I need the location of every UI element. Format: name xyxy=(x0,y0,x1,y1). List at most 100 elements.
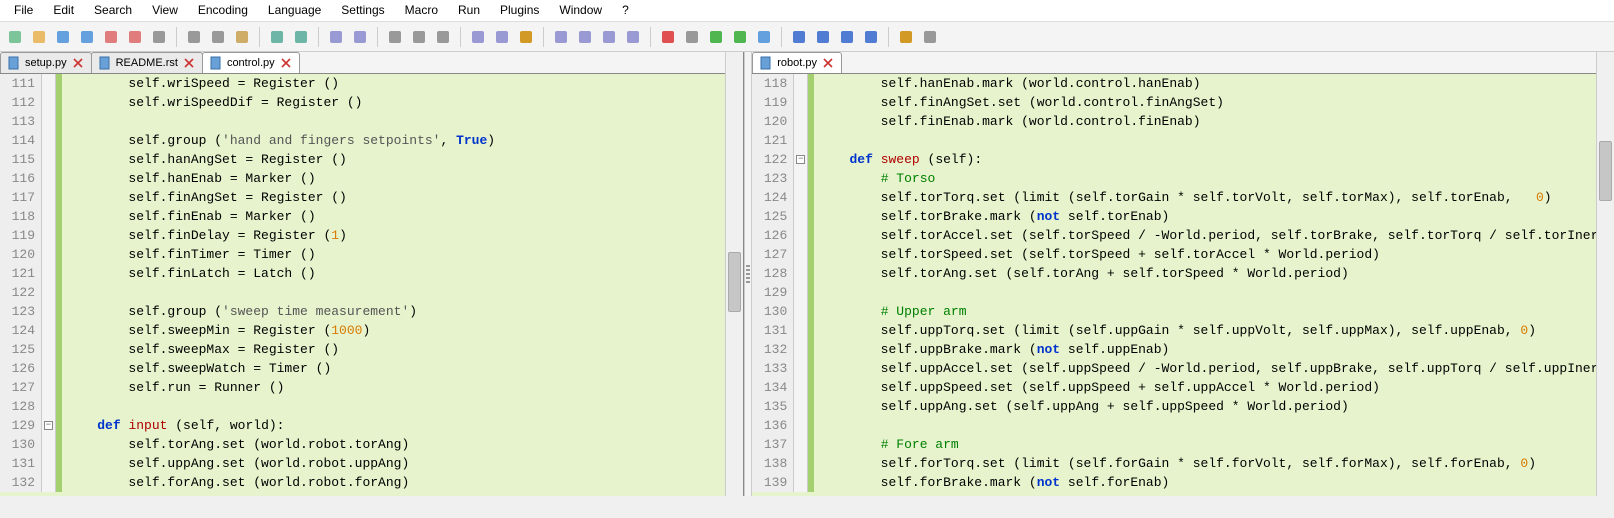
redo-icon[interactable] xyxy=(290,26,312,48)
code-text[interactable] xyxy=(62,397,66,416)
fold-gutter[interactable] xyxy=(794,245,808,264)
code-line[interactable]: 130 # Upper arm xyxy=(752,302,1614,321)
code-text[interactable]: self.uppSpeed.set (self.uppSpeed + self.… xyxy=(814,378,1380,397)
compare-clear-icon[interactable] xyxy=(860,26,882,48)
indent-guide-icon[interactable] xyxy=(515,26,537,48)
menu-file[interactable]: File xyxy=(4,2,43,19)
fold-gutter[interactable]: − xyxy=(794,150,808,169)
tab-close-icon[interactable] xyxy=(73,58,83,68)
play-macro-icon[interactable] xyxy=(705,26,727,48)
menu-view[interactable]: View xyxy=(142,2,188,19)
code-line[interactable]: 118 self.hanEnab.mark (world.control.han… xyxy=(752,74,1614,93)
code-line[interactable]: 134 self.uppSpeed.set (self.uppSpeed + s… xyxy=(752,378,1614,397)
extra-icon[interactable] xyxy=(919,26,941,48)
code-text[interactable]: self.uppAng.set (world.robot.uppAng) xyxy=(62,454,409,473)
code-text[interactable]: def sweep (self): xyxy=(814,150,982,169)
folder-workspace-icon[interactable] xyxy=(622,26,644,48)
code-text[interactable]: # Torso xyxy=(814,169,935,188)
menu-window[interactable]: Window xyxy=(549,2,612,19)
code-text[interactable]: self.sweepWatch = Timer () xyxy=(62,359,331,378)
fold-gutter[interactable] xyxy=(42,302,56,321)
paste-icon[interactable] xyxy=(231,26,253,48)
menu-edit[interactable]: Edit xyxy=(43,2,84,19)
splitter[interactable] xyxy=(744,52,752,496)
fold-gutter[interactable] xyxy=(42,188,56,207)
code-line[interactable]: 127 self.run = Runner () xyxy=(0,378,743,397)
spellcheck-icon[interactable] xyxy=(895,26,917,48)
code-text[interactable]: self.forAng.set (world.robot.forAng) xyxy=(62,473,409,492)
menu-macro[interactable]: Macro xyxy=(395,2,448,19)
code-text[interactable]: self.torAccel.set (self.torSpeed / -Worl… xyxy=(814,226,1614,245)
right-scrollbar[interactable] xyxy=(1596,52,1614,496)
code-line[interactable]: 129− def input (self, world): xyxy=(0,416,743,435)
compare-prev-icon[interactable] xyxy=(812,26,834,48)
fold-gutter[interactable] xyxy=(42,169,56,188)
save-macro-icon[interactable] xyxy=(753,26,775,48)
code-text[interactable] xyxy=(62,112,66,131)
open-file-icon[interactable] xyxy=(28,26,50,48)
show-all-chars-icon[interactable] xyxy=(491,26,513,48)
code-line[interactable]: 122− def sweep (self): xyxy=(752,150,1614,169)
fold-gutter[interactable]: − xyxy=(42,416,56,435)
doc-list-icon[interactable] xyxy=(574,26,596,48)
fold-gutter[interactable] xyxy=(794,340,808,359)
replace-icon[interactable] xyxy=(349,26,371,48)
code-text[interactable]: self.finEnab = Marker () xyxy=(62,207,316,226)
code-line[interactable]: 114 self.group ('hand and fingers setpoi… xyxy=(0,131,743,150)
code-line[interactable]: 129 xyxy=(752,283,1614,302)
new-file-icon[interactable] xyxy=(4,26,26,48)
zoom-in-icon[interactable] xyxy=(384,26,406,48)
right-editor[interactable]: 118 self.hanEnab.mark (world.control.han… xyxy=(752,74,1614,496)
fold-gutter[interactable] xyxy=(794,188,808,207)
code-line[interactable]: 124 self.sweepMin = Register (1000) xyxy=(0,321,743,340)
code-text[interactable]: self.finLatch = Latch () xyxy=(62,264,316,283)
code-line[interactable]: 135 self.uppAng.set (self.uppAng + self.… xyxy=(752,397,1614,416)
tab-close-icon[interactable] xyxy=(823,58,833,68)
code-text[interactable] xyxy=(814,131,818,150)
code-line[interactable]: 120 self.finTimer = Timer () xyxy=(0,245,743,264)
code-line[interactable]: 120 self.finEnab.mark (world.control.fin… xyxy=(752,112,1614,131)
left-scrollbar[interactable] xyxy=(725,52,743,496)
fold-gutter[interactable] xyxy=(42,264,56,283)
save-icon[interactable] xyxy=(52,26,74,48)
fold-gutter[interactable] xyxy=(42,454,56,473)
tab-close-icon[interactable] xyxy=(281,58,291,68)
code-text[interactable]: self.forTorq.set (limit (self.forGain * … xyxy=(814,454,1536,473)
stop-macro-icon[interactable] xyxy=(681,26,703,48)
fold-gutter[interactable] xyxy=(794,378,808,397)
fold-gutter[interactable] xyxy=(794,226,808,245)
tab-README-rst[interactable]: README.rst xyxy=(91,52,203,73)
doc-map-icon[interactable] xyxy=(550,26,572,48)
code-line[interactable]: 126 self.torAccel.set (self.torSpeed / -… xyxy=(752,226,1614,245)
fold-gutter[interactable] xyxy=(42,93,56,112)
fold-gutter[interactable] xyxy=(794,169,808,188)
code-text[interactable]: self.uppTorq.set (limit (self.uppGain * … xyxy=(814,321,1536,340)
code-text[interactable]: self.uppBrake.mark (not self.uppEnab) xyxy=(814,340,1169,359)
code-line[interactable]: 137 # Fore arm xyxy=(752,435,1614,454)
left-editor[interactable]: 111 self.wriSpeed = Register ()112 self.… xyxy=(0,74,743,496)
code-text[interactable]: self.hanEnab = Marker () xyxy=(62,169,316,188)
code-text[interactable]: self.group ('hand and fingers setpoints'… xyxy=(62,131,495,150)
fold-gutter[interactable] xyxy=(794,454,808,473)
tab-setup-py[interactable]: setup.py xyxy=(0,52,92,73)
code-text[interactable] xyxy=(814,283,818,302)
fold-gutter[interactable] xyxy=(42,378,56,397)
code-text[interactable]: self.wriSpeedDif = Register () xyxy=(62,93,362,112)
sync-scroll-icon[interactable] xyxy=(432,26,454,48)
tab-close-icon[interactable] xyxy=(184,58,194,68)
fold-gutter[interactable] xyxy=(42,112,56,131)
code-line[interactable]: 122 xyxy=(0,283,743,302)
fold-gutter[interactable] xyxy=(42,340,56,359)
fold-gutter[interactable] xyxy=(794,93,808,112)
wordwrap-icon[interactable] xyxy=(467,26,489,48)
code-text[interactable] xyxy=(814,416,818,435)
menu-search[interactable]: Search xyxy=(84,2,142,19)
code-line[interactable]: 130 self.torAng.set (world.robot.torAng) xyxy=(0,435,743,454)
menu-language[interactable]: Language xyxy=(258,2,331,19)
fold-gutter[interactable] xyxy=(42,150,56,169)
menu-encoding[interactable]: Encoding xyxy=(188,2,258,19)
code-text[interactable]: self.hanEnab.mark (world.control.hanEnab… xyxy=(814,74,1200,93)
fold-gutter[interactable] xyxy=(42,397,56,416)
menu-settings[interactable]: Settings xyxy=(331,2,394,19)
tab-robot-py[interactable]: robot.py xyxy=(752,52,842,73)
